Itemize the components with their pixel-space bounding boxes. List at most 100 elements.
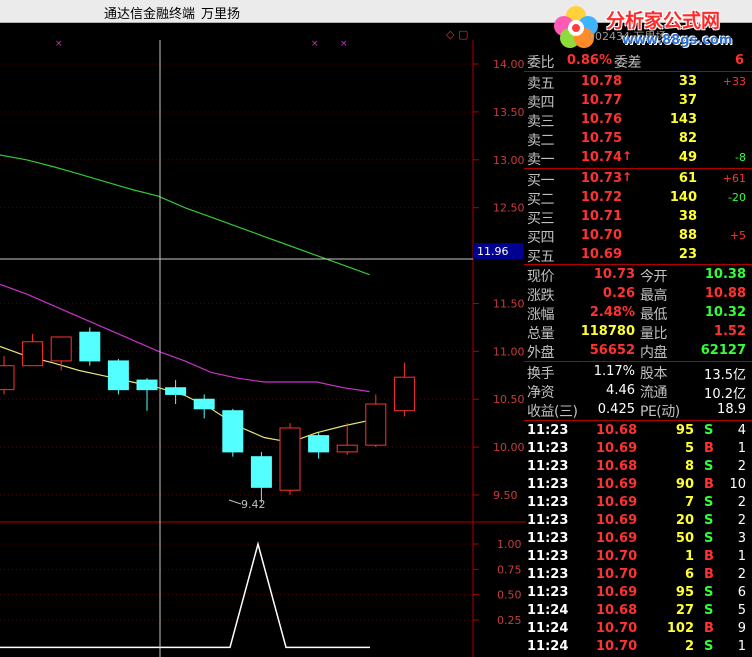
tick-price: 10.68 [596, 603, 638, 618]
signal-line [0, 541, 370, 649]
tick-count: 4 [737, 423, 746, 438]
stat-value: 13.5亿 [704, 368, 746, 383]
ask-price: 10.77 [580, 93, 622, 108]
indicator-tick-label: 0.25 [497, 614, 522, 627]
stat-value: 18.9 [717, 402, 746, 417]
tick-volume: 102 [666, 621, 694, 636]
separator [524, 264, 752, 265]
price-tick-label: 11.50 [493, 297, 525, 310]
candle [136, 378, 158, 411]
stat-label: 量比 [640, 326, 668, 342]
separator [524, 420, 752, 421]
stat-value: 10.2亿 [704, 387, 746, 402]
bid-change: +61 [722, 172, 746, 185]
candle-body [193, 398, 215, 410]
stat-label: 股本 [640, 366, 668, 382]
tick-time: 11:24 [527, 621, 569, 636]
tick-volume: 20 [675, 513, 694, 528]
tick-side: S [704, 495, 714, 510]
candle-body [0, 365, 15, 391]
stat-label: 外盘 [527, 345, 555, 361]
indicator-tick-label: 0.75 [497, 563, 522, 576]
tick-time: 11:23 [527, 567, 569, 582]
bid-volume: 61 [678, 171, 697, 186]
candle-body [336, 444, 358, 453]
tick-count: 1 [737, 549, 746, 564]
stat-label: 最高 [640, 288, 668, 304]
bid-label: 买五 [527, 249, 555, 265]
low-annotation-leader [228, 499, 242, 505]
tick-side: S [704, 531, 714, 546]
candle [193, 394, 215, 419]
ask-price: 10.74 [580, 150, 622, 165]
flower-logo-icon [554, 6, 598, 48]
tick-count: 2 [737, 513, 746, 528]
tick-count: 2 [737, 567, 746, 582]
marker-x-2: × [311, 39, 319, 49]
kline-chart-svg[interactable]: 14.00 13.50 13.00 12.50 11.50 11.00 10.50 10.00… [0, 22, 526, 657]
candle [50, 336, 72, 371]
candle [308, 432, 330, 459]
highlight-price-label: 11.96 [477, 245, 509, 258]
ma-green-line [0, 154, 370, 276]
stat-label: 现价 [527, 269, 555, 285]
quote-panel: 委比 0.86% 委差 6 卖五 10.78 33 +33 卖四 10.77 37 卖三 10.76 14… [524, 22, 752, 657]
tick-side: S [704, 585, 714, 600]
tick-time: 11:23 [527, 459, 569, 474]
ask-label: 卖五 [527, 76, 555, 92]
candle-body [79, 331, 101, 362]
kline-chart-area[interactable]: 14.00 13.50 13.00 12.50 11.50 11.00 10.50 10.00… [0, 22, 526, 657]
stat-label: 内盘 [640, 345, 668, 361]
marker-x-1: × [55, 39, 63, 49]
tick-count: 5 [737, 603, 746, 618]
stat-value: 2.48% [589, 305, 635, 320]
candle [0, 356, 15, 395]
ask-price: 10.75 [580, 131, 622, 146]
price-tick-label: 10.50 [493, 393, 525, 406]
tick-time: 11:23 [527, 513, 569, 528]
candle-body [393, 376, 415, 412]
bid-change: -20 [728, 191, 746, 204]
price-tick-label: 10.00 [493, 441, 525, 454]
toolbar-icons[interactable]: ◇ ▢ [446, 28, 468, 41]
tick-volume: 95 [675, 423, 694, 438]
ask-arrow-icon: ↑ [621, 149, 632, 163]
stat-value: 10.88 [704, 286, 746, 301]
tick-price: 10.69 [596, 477, 638, 492]
stat-value: 56652 [589, 343, 635, 358]
tick-count: 6 [737, 585, 746, 600]
bid-price: 10.69 [580, 247, 622, 262]
price-tick-label: 11.00 [493, 345, 525, 358]
candle [393, 362, 415, 417]
tick-side: S [704, 459, 714, 474]
tick-volume: 50 [675, 531, 694, 546]
ask-volume: 37 [678, 93, 697, 108]
stat-label: 换手 [527, 366, 555, 382]
tick-price: 10.70 [596, 549, 638, 564]
candle-body [22, 341, 44, 367]
candle [279, 423, 301, 495]
tick-time: 11:23 [527, 423, 569, 438]
stat-label: PE(动) [640, 404, 680, 420]
weicha-label: 委差 [614, 55, 642, 71]
tick-time: 11:23 [527, 549, 569, 564]
indicator-series [0, 541, 370, 649]
tick-side: B [704, 567, 714, 582]
candle-body [308, 435, 330, 453]
bid-arrow-icon: ↑ [621, 170, 632, 184]
weibi-label: 委比 [527, 55, 555, 71]
bid-volume: 23 [678, 247, 697, 262]
stat-label: 总量 [527, 326, 555, 342]
candlestick-series [0, 327, 415, 503]
bid-price: 10.73 [580, 171, 622, 186]
ask-volume: 49 [678, 150, 697, 165]
stat-value: 1.52 [713, 324, 746, 339]
stat-value: 10.73 [593, 267, 635, 282]
bid-volume: 140 [669, 190, 697, 205]
price-tick-label: 9.50 [493, 489, 518, 502]
tick-time: 11:24 [527, 639, 569, 654]
watermark-url: www.88gs.com [622, 33, 733, 48]
ask-volume: 82 [678, 131, 697, 146]
indicator-tick-label: 0.50 [497, 589, 522, 602]
stat-value: 118780 [580, 324, 635, 339]
